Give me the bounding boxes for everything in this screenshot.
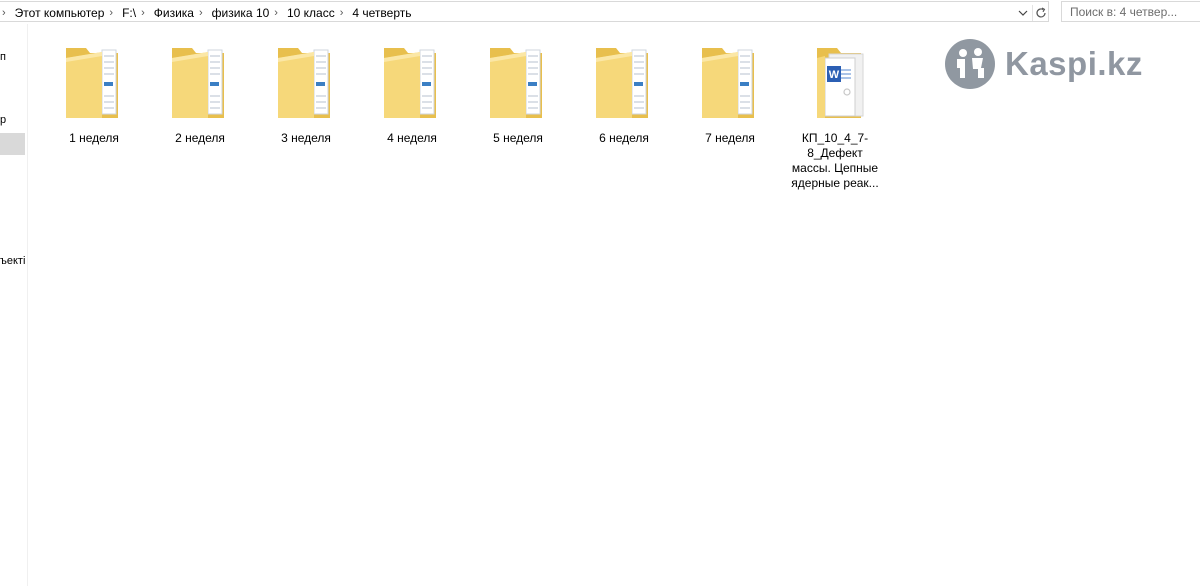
breadcrumb-separator-icon[interactable]: › — [139, 7, 151, 19]
chevron-down-icon[interactable] — [1016, 6, 1030, 20]
breadcrumb-item-physics-10[interactable]: физика 10 — [209, 6, 273, 20]
folder-label: 7 неделя — [705, 131, 755, 145]
breadcrumb-item-drive[interactable]: F:\ — [119, 6, 139, 20]
kaspi-watermark: Kaspi.kz — [944, 38, 1143, 90]
kaspi-logo-icon — [945, 39, 995, 89]
breadcrumb-item-this-pc[interactable]: Этот компьютер — [12, 6, 108, 20]
folder-icon — [274, 40, 338, 122]
svg-text:W: W — [829, 69, 840, 81]
search-box[interactable] — [1061, 1, 1200, 22]
folder-icon — [592, 40, 656, 122]
folder-label: 1 неделя — [69, 131, 119, 145]
nav-item-selected[interactable] — [0, 133, 25, 155]
search-input[interactable] — [1070, 4, 1190, 19]
breadcrumb-item-grade-10[interactable]: 10 класс — [284, 6, 338, 20]
breadcrumb-item-physics[interactable]: Физика — [151, 6, 197, 20]
folder-item[interactable]: 2 неделя — [152, 40, 248, 146]
folder-label: 2 неделя — [175, 131, 225, 145]
folder-label: 4 неделя — [387, 131, 437, 145]
folder-label: 5 неделя — [493, 131, 543, 145]
breadcrumb-separator-icon[interactable]: › — [338, 7, 350, 19]
folder-label: 6 неделя — [599, 131, 649, 145]
nav-item-label[interactable]: ъекті — [0, 255, 25, 267]
breadcrumb-separator-icon[interactable]: › — [272, 7, 284, 19]
word-document-icon: W — [803, 40, 867, 122]
folder-label: 3 неделя — [281, 131, 331, 145]
folder-item[interactable]: 7 неделя — [682, 40, 778, 146]
folder-icon — [62, 40, 126, 122]
folder-icon — [486, 40, 550, 122]
folder-item[interactable]: 3 неделя — [258, 40, 354, 146]
breadcrumb-separator-icon[interactable]: › — [107, 7, 119, 19]
address-bar[interactable]: › Этот компьютер › F:\ › Физика › физика… — [0, 1, 1049, 22]
folder-item[interactable]: 1 неделя — [46, 40, 142, 146]
folder-item[interactable]: 4 неделя — [364, 40, 460, 146]
folder-icon — [168, 40, 232, 122]
address-bar-row: › Этот компьютер › F:\ › Физика › физика… — [0, 0, 1200, 24]
file-item[interactable]: W КП_10_4_7-8_Дефект массы. Цепные ядерн… — [787, 40, 883, 191]
breadcrumb-item-quarter-4[interactable]: 4 четверть — [349, 6, 414, 20]
folder-item[interactable]: 5 неделя — [470, 40, 566, 146]
breadcrumb: › Этот компьютер › F:\ › Физика › физика… — [0, 2, 415, 23]
refresh-icon[interactable] — [1032, 5, 1049, 21]
folder-icon — [380, 40, 444, 122]
folder-item[interactable]: 6 неделя — [576, 40, 672, 146]
nav-item-label[interactable]: р — [0, 114, 6, 126]
breadcrumb-separator-icon[interactable]: › — [0, 7, 12, 19]
watermark-text: Kaspi.kz — [1005, 45, 1143, 82]
file-label: КП_10_4_7-8_Дефект массы. Цепные ядерные… — [791, 131, 879, 190]
navigation-pane: п р ъекті — [0, 24, 28, 586]
folder-icon — [698, 40, 762, 122]
breadcrumb-separator-icon[interactable]: › — [197, 7, 209, 19]
nav-item-label[interactable]: п — [0, 51, 6, 63]
